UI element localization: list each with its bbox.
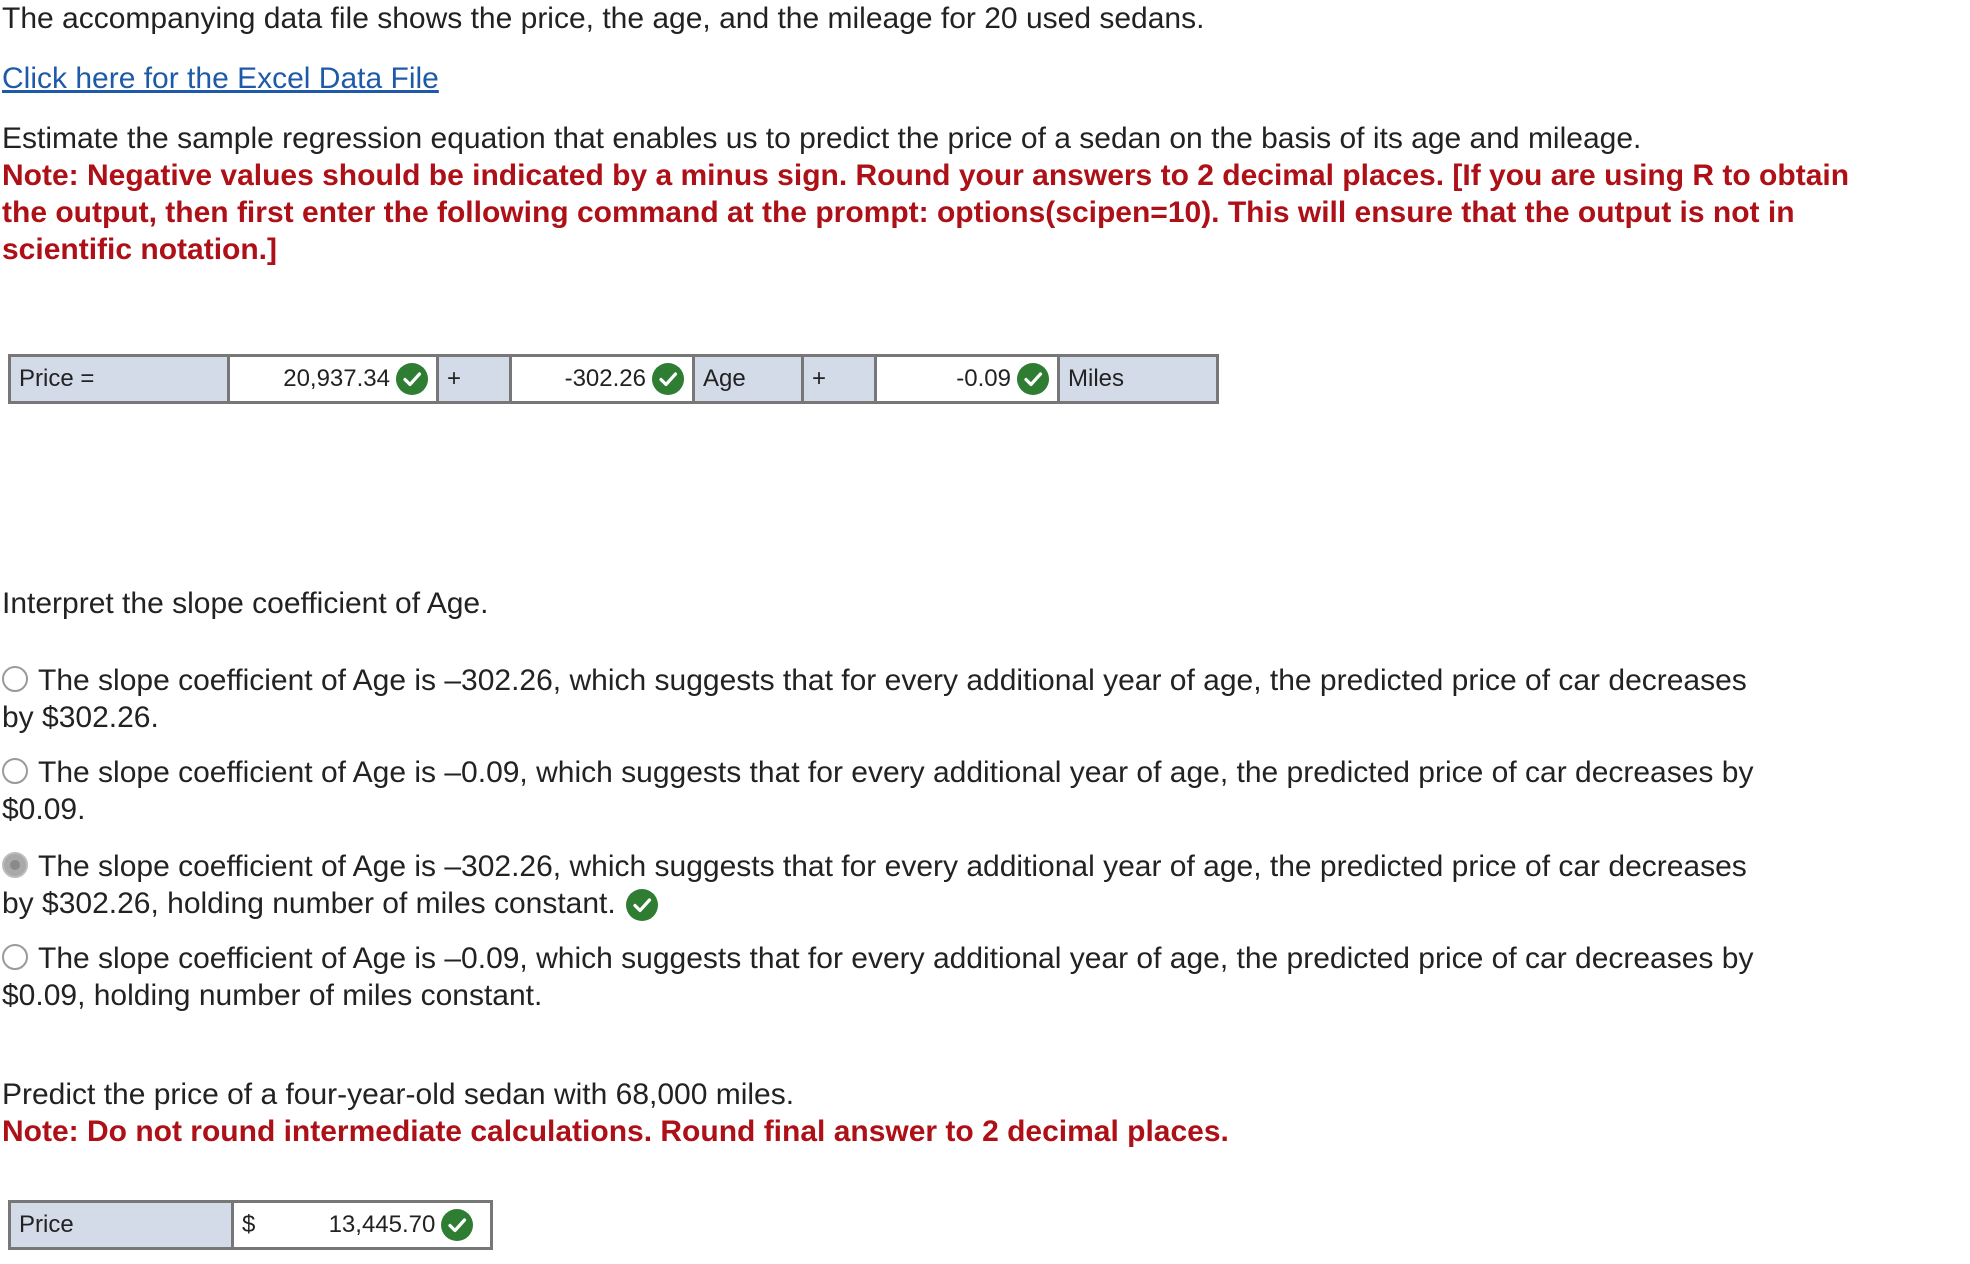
intercept-value: 20,937.34 bbox=[283, 365, 390, 392]
option-3-line1: The slope coefficient of Age is –302.26,… bbox=[38, 850, 1747, 883]
option-4-line2: $0.09, holding number of miles constant. bbox=[2, 979, 543, 1012]
age-coefficient-answer-cell[interactable]: -302.26 bbox=[509, 354, 695, 404]
price-label: Price bbox=[8, 1200, 234, 1250]
option-1-line2: by $302.26. bbox=[2, 701, 159, 734]
miles-label: Miles bbox=[1057, 354, 1219, 404]
radio-button[interactable] bbox=[2, 666, 28, 692]
intro-text: The accompanying data file shows the pri… bbox=[2, 2, 1205, 35]
plus-operator-2: + bbox=[801, 354, 877, 404]
q3-prompt: Predict the price of a four-year-old sed… bbox=[2, 1078, 795, 1111]
radio-button[interactable] bbox=[2, 944, 28, 970]
page: The accompanying data file shows the pri… bbox=[0, 0, 1970, 1264]
q1-note-line3: scientific notation.] bbox=[2, 233, 278, 266]
option-3-line2: by $302.26, holding number of miles cons… bbox=[2, 887, 616, 920]
age-coefficient-value: -302.26 bbox=[564, 365, 646, 392]
check-circle-icon bbox=[1017, 363, 1049, 395]
q2-prompt: Interpret the slope coefficient of Age. bbox=[2, 587, 489, 620]
check-circle-icon bbox=[441, 1209, 474, 1241]
price-equals-label: Price = bbox=[8, 354, 230, 404]
check-circle-icon bbox=[652, 363, 684, 395]
option-1-line1: The slope coefficient of Age is –302.26,… bbox=[38, 664, 1747, 697]
check-circle-icon bbox=[396, 363, 428, 395]
plus-operator-1: + bbox=[436, 354, 512, 404]
regression-equation-table: Price = 20,937.34 + -302.26 Age + -0.09 … bbox=[8, 354, 1219, 404]
q1-prompt: Estimate the sample regression equation … bbox=[2, 122, 1642, 155]
miles-coefficient-answer-cell[interactable]: -0.09 bbox=[874, 354, 1060, 404]
prediction-table: Price $13,445.70 bbox=[8, 1200, 493, 1250]
data-file-link-wrap: Click here for the Excel Data File bbox=[2, 60, 439, 97]
radio-button-selected[interactable] bbox=[2, 852, 28, 878]
interpretation-option-4[interactable]: The slope coefficient of Age is –0.09, w… bbox=[2, 940, 1902, 1014]
currency-symbol: $ bbox=[242, 1211, 256, 1238]
miles-coefficient-value: -0.09 bbox=[956, 365, 1011, 392]
q3-block: Predict the price of a four-year-old sed… bbox=[2, 1076, 1229, 1150]
predicted-price-answer-cell[interactable]: $13,445.70 bbox=[231, 1200, 493, 1250]
interpretation-option-2[interactable]: The slope coefficient of Age is –0.09, w… bbox=[2, 754, 1902, 828]
intercept-answer-cell[interactable]: 20,937.34 bbox=[227, 354, 439, 404]
check-circle-icon bbox=[625, 889, 658, 922]
q1-note-line2: the output, then first enter the followi… bbox=[2, 196, 1795, 229]
q1-note-line1: Note: Negative values should be indicate… bbox=[2, 159, 1850, 192]
interpretation-option-3[interactable]: The slope coefficient of Age is –302.26,… bbox=[2, 848, 1902, 922]
radio-button[interactable] bbox=[2, 758, 28, 784]
option-2-line2: $0.09. bbox=[2, 793, 86, 826]
q1-block: Estimate the sample regression equation … bbox=[2, 120, 1849, 268]
excel-data-file-link[interactable]: Click here for the Excel Data File bbox=[2, 62, 439, 95]
option-4-line1: The slope coefficient of Age is –0.09, w… bbox=[38, 942, 1754, 975]
interpretation-option-1[interactable]: The slope coefficient of Age is –302.26,… bbox=[2, 662, 1902, 736]
option-2-line1: The slope coefficient of Age is –0.09, w… bbox=[38, 756, 1754, 789]
predicted-price-value: 13,445.70 bbox=[328, 1211, 436, 1238]
q3-note: Note: Do not round intermediate calculat… bbox=[2, 1115, 1229, 1148]
age-label: Age bbox=[692, 354, 804, 404]
